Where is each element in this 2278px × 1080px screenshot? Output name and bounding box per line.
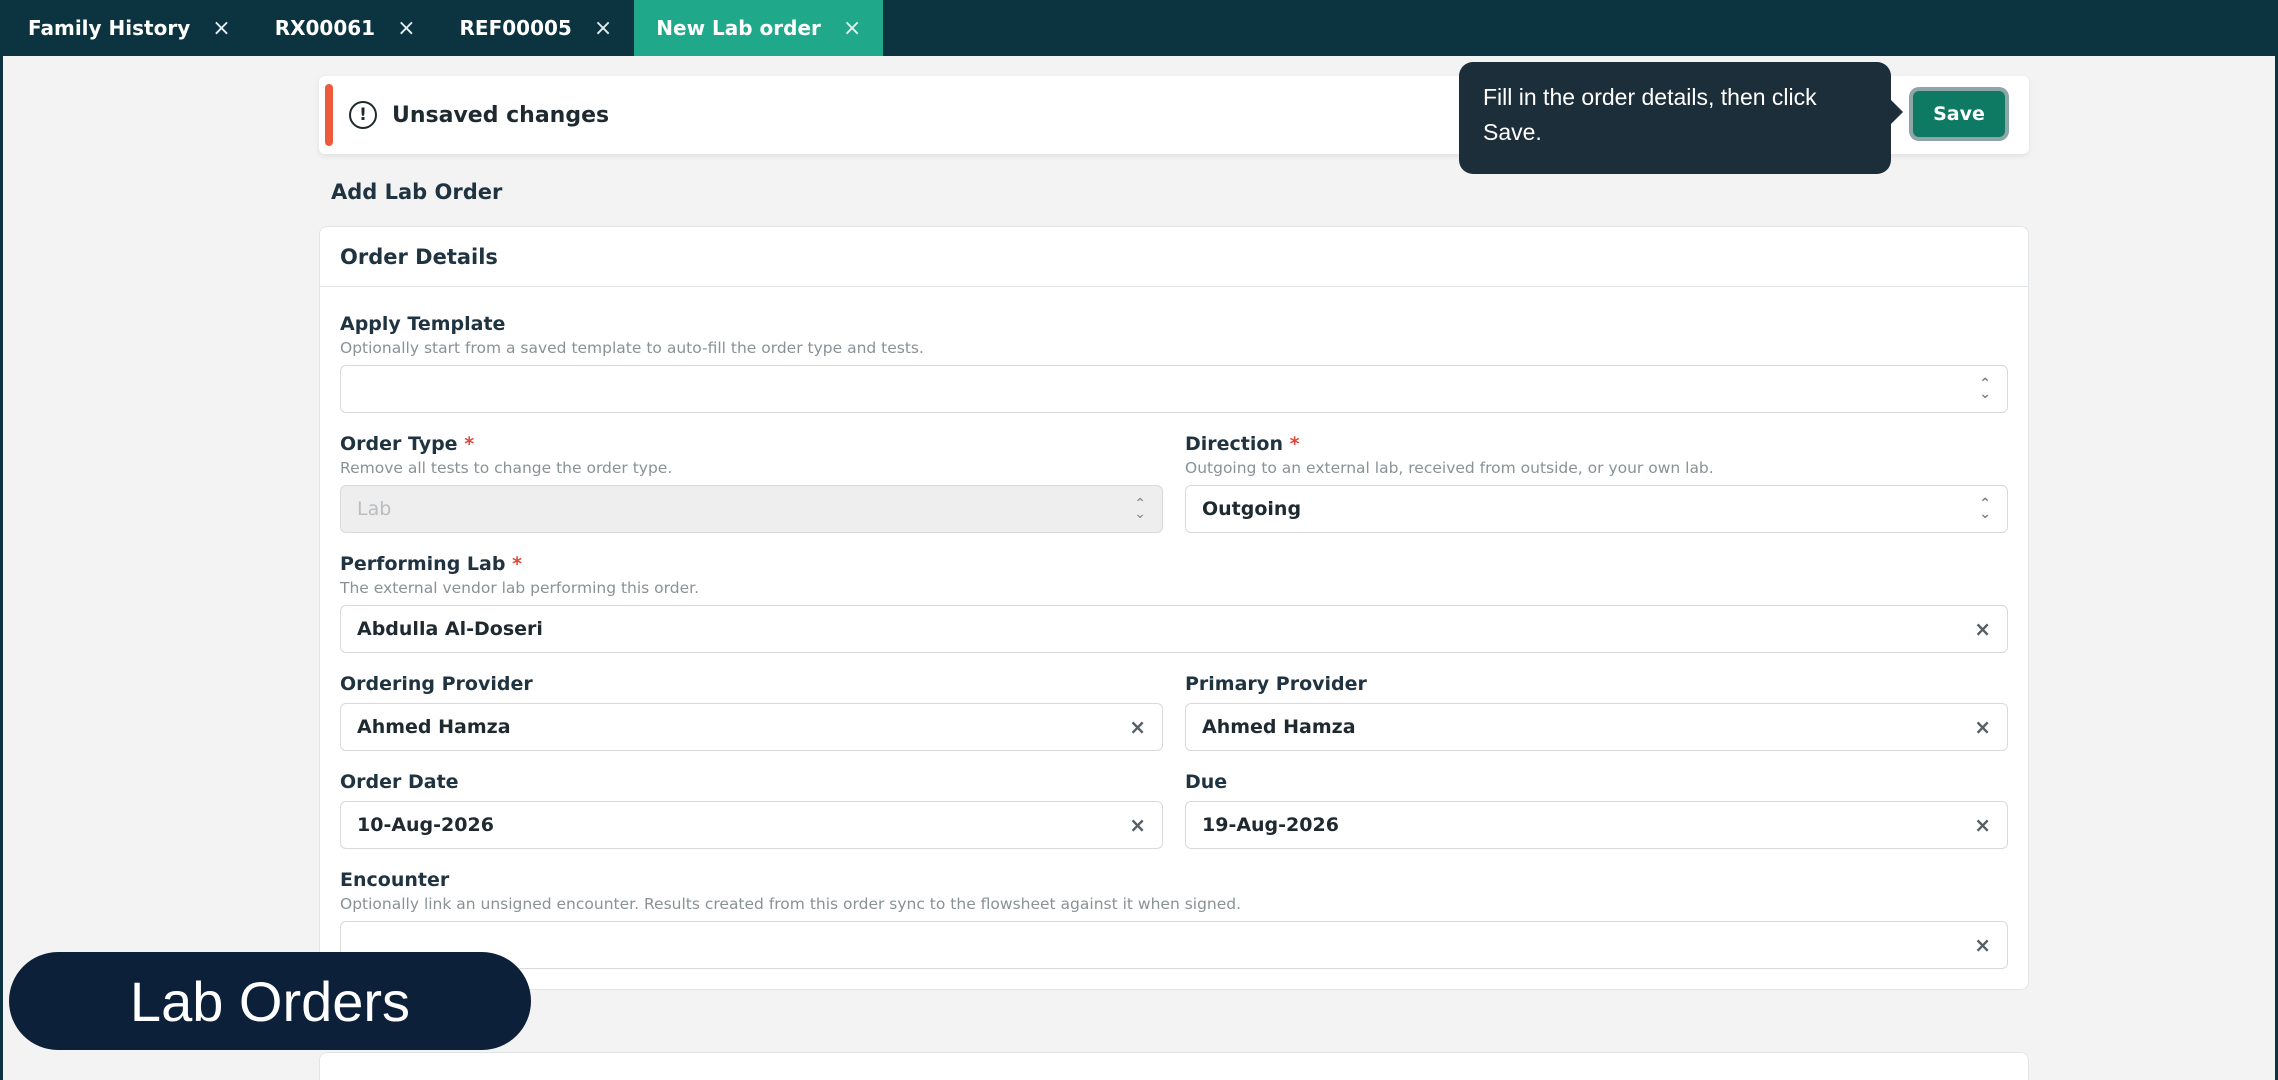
order-date-input[interactable]: 10-Aug-2026 × xyxy=(340,801,1163,849)
encounter-field: Encounter Optionally link an unsigned en… xyxy=(340,869,2008,969)
row-order-type-direction: Order Type * Remove all tests to change … xyxy=(340,433,2008,553)
direction-field: Direction * Outgoing to an external lab,… xyxy=(1185,433,2008,533)
encounter-select[interactable]: × xyxy=(340,921,2008,969)
tooltip-arrow xyxy=(1891,100,1903,124)
close-icon[interactable]: × xyxy=(594,16,612,41)
field-value: Lab xyxy=(357,498,392,520)
clear-icon[interactable]: × xyxy=(1974,933,1991,957)
next-card-edge xyxy=(319,1052,2029,1080)
tab-family-history[interactable]: Family History × xyxy=(6,0,253,56)
ordering-provider-field: Ordering Provider Ahmed Hamza × xyxy=(340,673,1163,751)
field-label: Primary Provider xyxy=(1185,673,1367,695)
section-badge: Lab Orders xyxy=(9,952,531,1050)
alert-circle-icon: ! xyxy=(349,101,377,129)
main-content: ! Unsaved changes Save Add Lab Order Ord… xyxy=(319,76,2029,990)
field-label: Ordering Provider xyxy=(340,673,533,695)
field-value: Ahmed Hamza xyxy=(357,716,511,738)
field-label: Due xyxy=(1185,771,1228,793)
field-label: Performing Lab * xyxy=(340,553,523,575)
due-date-input[interactable]: 19-Aug-2026 × xyxy=(1185,801,2008,849)
field-value: Abdulla Al-Doseri xyxy=(357,618,543,640)
tooltip-text: Fill in the order details, then click Sa… xyxy=(1483,84,1817,145)
badge-label: Lab Orders xyxy=(129,969,411,1033)
performing-lab-input[interactable]: Abdulla Al-Doseri × xyxy=(340,605,2008,653)
field-label: Encounter xyxy=(340,869,450,891)
page-title: Add Lab Order xyxy=(331,180,503,204)
tab-bar: Family History × RX00061 × REF00005 × Ne… xyxy=(3,0,2275,56)
order-type-field: Order Type * Remove all tests to change … xyxy=(340,433,1163,533)
apply-template-field: Apply Template Optionally start from a s… xyxy=(340,313,2008,413)
tab-label: New Lab order xyxy=(656,16,821,40)
required-marker: * xyxy=(464,433,475,455)
tab-rx00061[interactable]: RX00061 × xyxy=(253,0,438,56)
field-help: Optionally start from a saved template t… xyxy=(340,339,924,357)
onboarding-tooltip: Fill in the order details, then click Sa… xyxy=(1459,62,1903,174)
chevron-updown-icon: ⌃ ⌄ xyxy=(1979,496,1991,522)
field-value: Outgoing xyxy=(1202,498,1302,520)
order-type-select: Lab ⌃ ⌄ xyxy=(340,485,1163,533)
clear-icon[interactable]: × xyxy=(1129,813,1146,837)
performing-lab-field: Performing Lab * The external vendor lab… xyxy=(340,553,2008,653)
required-marker: * xyxy=(512,553,523,575)
clear-icon[interactable]: × xyxy=(1974,813,1991,837)
row-providers: Ordering Provider Ahmed Hamza × Primary … xyxy=(340,673,2008,771)
card-title: Order Details xyxy=(320,227,2028,287)
app-frame: Family History × RX00061 × REF00005 × Ne… xyxy=(0,0,2278,1080)
clear-icon[interactable]: × xyxy=(1974,617,1991,641)
field-help: Optionally link an unsigned encounter. R… xyxy=(340,895,1242,913)
apply-template-select[interactable]: ⌃ ⌄ xyxy=(340,365,2008,413)
field-label: Apply Template xyxy=(340,313,506,335)
tab-label: RX00061 xyxy=(274,16,376,40)
field-label: Direction * xyxy=(1185,433,1300,455)
save-button[interactable]: Save xyxy=(1913,91,2005,137)
due-field: Due 19-Aug-2026 × xyxy=(1185,771,2008,849)
ordering-provider-input[interactable]: Ahmed Hamza × xyxy=(340,703,1163,751)
chevron-updown-icon: ⌃ ⌄ xyxy=(1979,376,1991,402)
direction-select[interactable]: Outgoing ⌃ ⌄ xyxy=(1185,485,2008,533)
field-help: The external vendor lab performing this … xyxy=(340,579,700,597)
field-label: Order Date xyxy=(340,771,459,793)
clear-icon[interactable]: × xyxy=(1129,715,1146,739)
tab-label: Family History xyxy=(28,16,191,40)
tab-ref00005[interactable]: REF00005 × xyxy=(438,0,635,56)
tab-label: REF00005 xyxy=(459,16,572,40)
field-help: Outgoing to an external lab, received fr… xyxy=(1185,459,1714,477)
close-icon[interactable]: × xyxy=(843,16,861,41)
tab-new-lab-order[interactable]: New Lab order × xyxy=(634,0,884,56)
primary-provider-field: Primary Provider Ahmed Hamza × xyxy=(1185,673,2008,751)
banner-label: Unsaved changes xyxy=(392,102,610,128)
row-dates: Order Date 10-Aug-2026 × Due 19-Aug-2026… xyxy=(340,771,2008,869)
field-label: Order Type * xyxy=(340,433,475,455)
field-value: 10-Aug-2026 xyxy=(357,814,494,836)
close-icon[interactable]: × xyxy=(397,16,415,41)
primary-provider-input[interactable]: Ahmed Hamza × xyxy=(1185,703,2008,751)
close-icon[interactable]: × xyxy=(212,16,230,41)
order-details-card: Order Details Apply Template Optionally … xyxy=(319,226,2029,990)
chevron-updown-icon: ⌃ ⌄ xyxy=(1134,496,1146,522)
required-marker: * xyxy=(1289,433,1300,455)
card-body: Apply Template Optionally start from a s… xyxy=(320,287,2028,989)
field-value: 19-Aug-2026 xyxy=(1202,814,1339,836)
field-value: Ahmed Hamza xyxy=(1202,716,1356,738)
order-date-field: Order Date 10-Aug-2026 × xyxy=(340,771,1163,849)
banner-accent-bar xyxy=(325,84,333,146)
clear-icon[interactable]: × xyxy=(1974,715,1991,739)
field-help: Remove all tests to change the order typ… xyxy=(340,459,673,477)
